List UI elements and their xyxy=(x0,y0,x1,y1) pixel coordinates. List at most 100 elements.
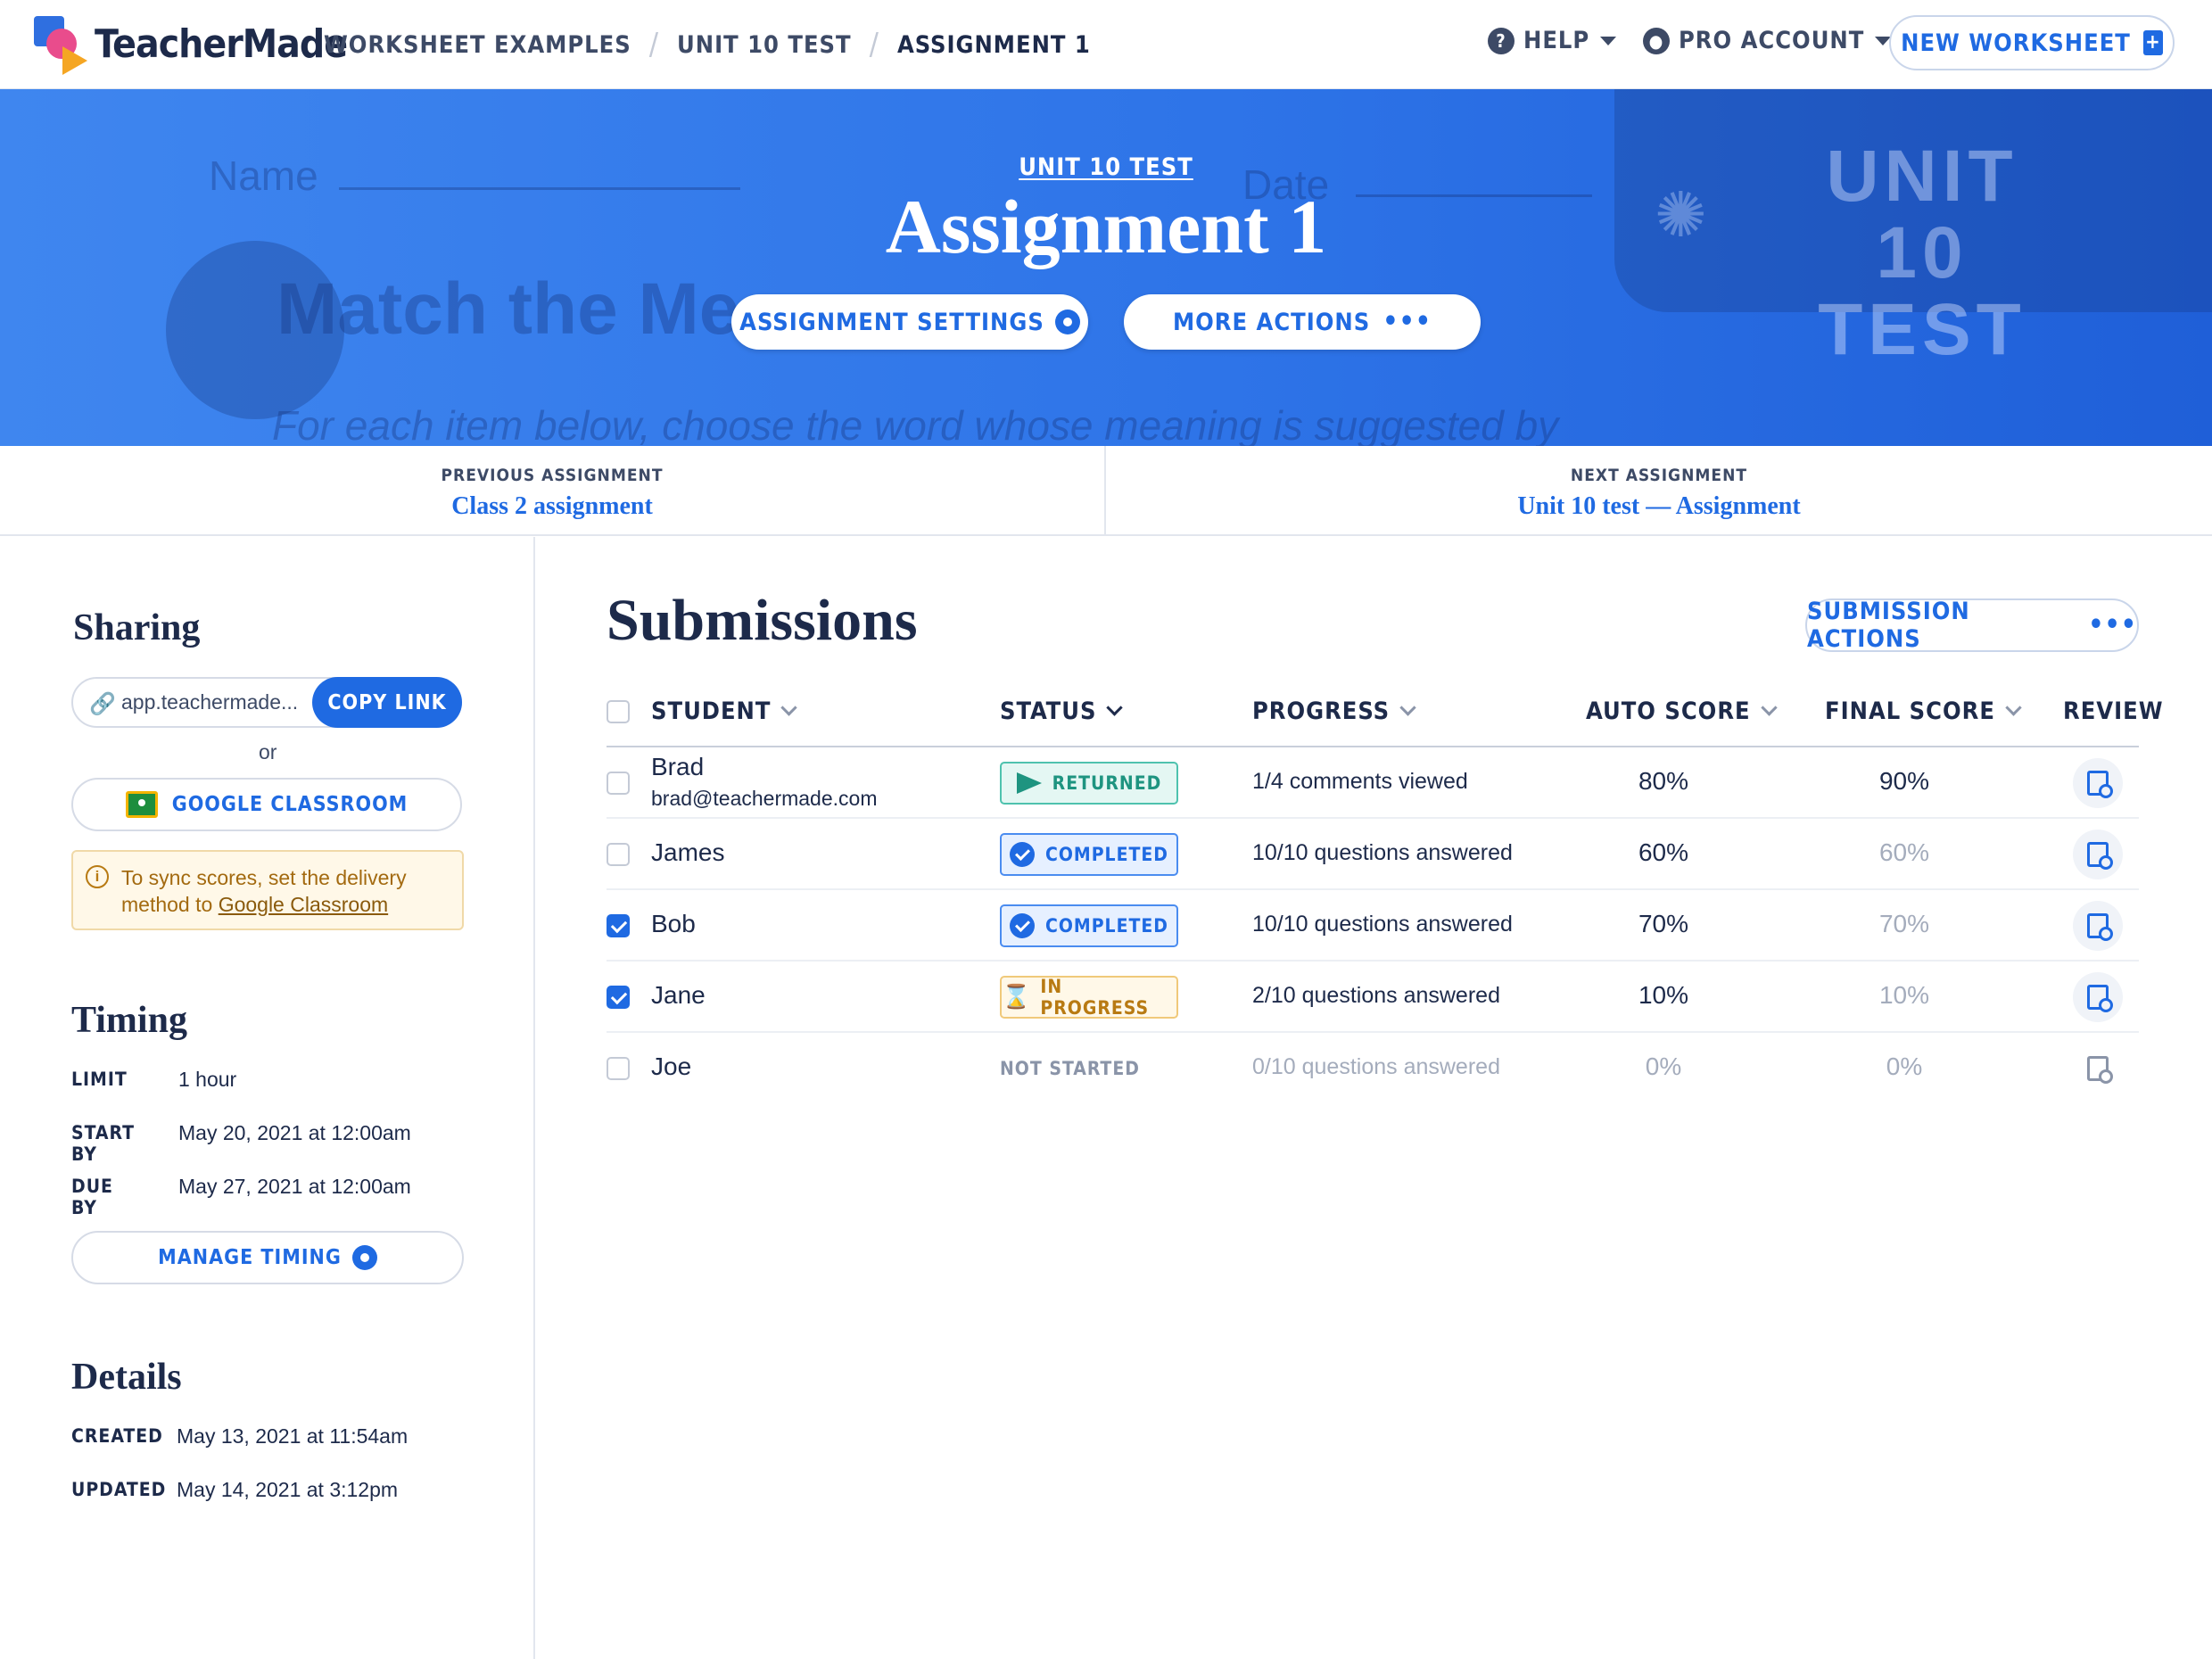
row-checkbox[interactable] xyxy=(607,986,630,1009)
student-name: Brad xyxy=(651,753,705,780)
progress-text: 2/10 questions answered xyxy=(1252,983,1500,1008)
chevron-down-icon xyxy=(1760,699,1778,716)
status-badge: COMPLETED xyxy=(1000,833,1178,876)
new-worksheet-button[interactable]: NEW WORKSHEET + xyxy=(1889,15,2175,70)
progress-text: 0/10 questions answered xyxy=(1252,1054,1500,1079)
user-icon: ● xyxy=(1643,27,1670,54)
new-worksheet-label: NEW WORKSHEET xyxy=(1901,29,2131,57)
manage-timing-button[interactable]: MANAGE TIMING xyxy=(71,1231,464,1284)
share-link-url: app.teachermade... xyxy=(121,690,299,714)
column-final-score[interactable]: FINAL SCORE xyxy=(1825,697,2022,725)
column-auto-score[interactable]: AUTO SCORE xyxy=(1586,697,1778,725)
background-instruction: For each item below, choose the word who… xyxy=(272,402,1559,446)
info-icon: i xyxy=(86,865,109,888)
table-row: Brad brad@teachermade.com RETURNED 1/4 c… xyxy=(607,747,2139,819)
previous-assignment-link[interactable]: PREVIOUS ASSIGNMENT Class 2 assignment xyxy=(0,446,1106,535)
status-badge: COMPLETED xyxy=(1000,904,1178,947)
column-status-label: STATUS xyxy=(1000,697,1097,725)
submission-actions-label: SUBMISSION ACTIONS xyxy=(1807,598,1970,653)
chevron-down-icon xyxy=(1399,699,1416,716)
breadcrumb-unit-10-test[interactable]: UNIT 10 TEST xyxy=(677,31,852,59)
next-assignment-name: Unit 10 test — Assignment xyxy=(1517,492,1801,520)
teachermade-logo-icon[interactable] xyxy=(34,16,96,78)
hourglass-icon: ⌛ xyxy=(1002,984,1032,1011)
sync-note-line-1: To sync scores, set the delivery xyxy=(121,866,407,889)
chevron-down-icon xyxy=(1106,699,1124,716)
link-icon: 🔗 xyxy=(89,692,116,716)
student-name: Joe xyxy=(651,1052,692,1080)
status-label: COMPLETED xyxy=(1044,915,1168,937)
auto-score: 70% xyxy=(1638,910,1689,937)
chevron-down-icon xyxy=(2005,699,2022,716)
final-score[interactable]: 70% xyxy=(1851,910,1958,938)
help-menu[interactable]: ? HELP xyxy=(1488,27,1617,54)
submission-actions-button[interactable]: SUBMISSION ACTIONS ••• xyxy=(1805,598,2139,653)
review-button[interactable] xyxy=(2073,830,2123,879)
review-button[interactable] xyxy=(2073,972,2123,1022)
submissions-table-header: STUDENT STATUS PROGRESS AUTO SCORE FINAL… xyxy=(607,687,2163,747)
review-document-icon xyxy=(2087,771,2113,798)
gear-icon xyxy=(1054,310,1080,334)
column-review: REVIEW xyxy=(2063,697,2164,725)
copy-link-button[interactable]: COPY LINK xyxy=(312,677,462,728)
status-badge: ⌛ IN PROGRESS xyxy=(1000,976,1178,1019)
progress-text: 10/10 questions answered xyxy=(1252,912,1513,937)
select-all-checkbox[interactable] xyxy=(607,700,630,723)
column-progress-label: PROGRESS xyxy=(1252,697,1391,725)
status-badge: RETURNED xyxy=(1000,762,1178,805)
assignment-navigation: PREVIOUS ASSIGNMENT Class 2 assignment N… xyxy=(0,446,2212,536)
status-label: NOT STARTED xyxy=(1000,1058,1140,1079)
top-bar: TeacherMade WORKSHEET EXAMPLES / UNIT 10… xyxy=(0,0,2212,89)
caret-down-icon xyxy=(1600,36,1617,45)
final-score[interactable]: 10% xyxy=(1851,981,1958,1010)
submissions-heading: Submissions xyxy=(607,588,918,653)
final-score[interactable]: 60% xyxy=(1851,838,1958,867)
column-auto-score-label: AUTO SCORE xyxy=(1586,697,1751,725)
account-menu[interactable]: ● PRO ACCOUNT xyxy=(1643,27,1892,54)
google-classroom-icon xyxy=(125,791,158,818)
timing-start-key: START BY xyxy=(71,1122,135,1165)
table-row: Jane ⌛ IN PROGRESS 2/10 questions answere… xyxy=(607,962,2139,1033)
breadcrumb-worksheet-examples[interactable]: WORKSHEET EXAMPLES xyxy=(324,31,631,59)
next-assignment-link[interactable]: NEXT ASSIGNMENT Unit 10 test — Assignmen… xyxy=(1106,446,2212,535)
unit-10-test-link[interactable]: UNIT 10 TEST xyxy=(1019,153,1193,181)
column-status[interactable]: STATUS xyxy=(1000,697,1124,725)
review-button[interactable] xyxy=(2073,758,2123,808)
column-review-label: REVIEW xyxy=(2063,697,2164,725)
timing-start-value: May 20, 2021 at 12:00am xyxy=(178,1121,411,1144)
review-document-icon xyxy=(2087,985,2113,1012)
or-divider: or xyxy=(259,740,277,763)
details-updated-value: May 14, 2021 at 3:12pm xyxy=(177,1478,399,1501)
auto-score: 10% xyxy=(1638,981,1689,1009)
review-button[interactable] xyxy=(2073,901,2123,951)
assignment-settings-button[interactable]: ASSIGNMENT SETTINGS xyxy=(731,294,1088,350)
sharing-heading: Sharing xyxy=(73,607,201,648)
student-name: Bob xyxy=(651,910,696,937)
more-actions-label: MORE ACTIONS xyxy=(1172,308,1371,336)
new-document-icon: + xyxy=(2142,30,2163,55)
status-badge: NOT STARTED xyxy=(1000,1047,1140,1090)
details-heading: Details xyxy=(71,1357,182,1398)
review-document-icon xyxy=(2087,842,2113,870)
review-document-icon xyxy=(2087,1056,2113,1084)
google-classroom-link[interactable]: Google Classroom xyxy=(219,893,388,916)
status-label: COMPLETED xyxy=(1044,844,1168,865)
review-document-icon xyxy=(2087,913,2113,941)
final-score[interactable]: 90% xyxy=(1851,767,1958,796)
ellipsis-icon: ••• xyxy=(2088,609,2137,640)
auto-score: 60% xyxy=(1638,838,1689,866)
sync-note-line-2: method to Google Classroom xyxy=(121,893,388,917)
manage-timing-label: MANAGE TIMING xyxy=(158,1246,342,1269)
brand-name[interactable]: TeacherMade xyxy=(95,21,348,67)
details-created-key: CREATED xyxy=(71,1425,163,1447)
column-student[interactable]: STUDENT xyxy=(651,697,798,725)
more-actions-button[interactable]: MORE ACTIONS ••• xyxy=(1124,294,1481,350)
row-checkbox[interactable] xyxy=(607,1057,630,1080)
breadcrumb: WORKSHEET EXAMPLES / UNIT 10 TEST / ASSI… xyxy=(324,27,1091,62)
help-label: HELP xyxy=(1523,27,1590,54)
column-progress[interactable]: PROGRESS xyxy=(1252,697,1416,725)
google-classroom-button[interactable]: GOOGLE CLASSROOM xyxy=(71,778,462,831)
row-checkbox[interactable] xyxy=(607,914,630,937)
row-checkbox[interactable] xyxy=(607,772,630,795)
row-checkbox[interactable] xyxy=(607,843,630,866)
